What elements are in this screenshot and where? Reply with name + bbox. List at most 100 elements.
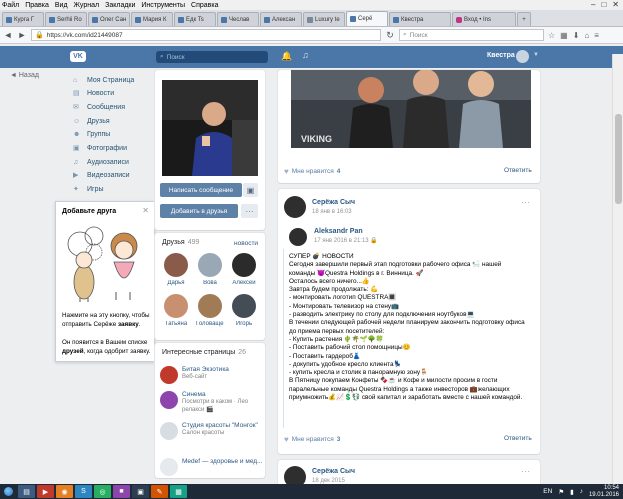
friend-item[interactable]: Алексей bbox=[230, 253, 258, 286]
sidebar-item[interactable]: ▤ Новости bbox=[73, 88, 114, 100]
browser-tab[interactable]: Едк Ts bbox=[174, 12, 216, 26]
document-icon[interactable]: ▦ bbox=[170, 485, 187, 498]
send-message-button[interactable]: Написать сообщение bbox=[160, 183, 242, 197]
browser-tab[interactable]: Олег Сан bbox=[88, 12, 130, 26]
browser-search-input[interactable]: ⌕ Поиск bbox=[399, 29, 544, 41]
forward-arrow-icon[interactable]: ► bbox=[17, 30, 27, 40]
reload-icon[interactable]: ↻ bbox=[385, 30, 395, 41]
music-note-icon[interactable]: ♫ bbox=[302, 50, 309, 60]
friend-item[interactable]: Вова bbox=[196, 253, 224, 286]
post-menu-icon[interactable]: ··· bbox=[521, 198, 531, 207]
page-scrollbar[interactable] bbox=[612, 54, 623, 484]
post-author[interactable]: Серёжа Сыч bbox=[312, 199, 355, 206]
minimize-icon[interactable]: – bbox=[591, 0, 595, 9]
like-button[interactable]: ♥ Мне нравится 3 bbox=[284, 435, 340, 444]
maximize-icon[interactable]: □ bbox=[601, 0, 606, 9]
back-arrow-icon[interactable]: ◄ bbox=[3, 30, 13, 40]
address-bar[interactable]: 🔒 https://vk.com/id21449087 bbox=[31, 29, 381, 41]
menu-item[interactable]: Справка bbox=[191, 2, 218, 9]
browser-tab[interactable]: Алексан bbox=[260, 12, 302, 26]
friends-news-link[interactable]: новости bbox=[234, 240, 258, 247]
firefox-icon[interactable]: ◉ bbox=[56, 485, 73, 498]
interesting-page-item[interactable]: Medef — здоровье и мед... bbox=[160, 458, 265, 484]
sidebar-item[interactable]: ⌂ Моя Страница bbox=[73, 74, 134, 86]
more-actions-button[interactable]: ··· bbox=[241, 204, 258, 218]
browser-tab[interactable]: Курга Г bbox=[2, 12, 44, 26]
vk-logo[interactable]: VK bbox=[70, 51, 86, 62]
browser-tab[interactable]: Вход • Ins bbox=[452, 12, 516, 26]
scrollbar-thumb[interactable] bbox=[615, 114, 622, 204]
menu-item[interactable]: Закладки bbox=[105, 2, 135, 9]
repost-author-avatar[interactable] bbox=[289, 228, 307, 246]
close-icon[interactable]: ✕ bbox=[142, 206, 149, 215]
notifications-bell-icon[interactable]: 🔔 bbox=[281, 51, 292, 62]
folder-icon[interactable]: ▣ bbox=[132, 485, 149, 498]
browser-tab[interactable]: Чеслав bbox=[217, 12, 259, 26]
browser-tab[interactable]: Квестра bbox=[389, 12, 451, 26]
interesting-page-item[interactable]: Синема Посмотри в каком · Лео релакси 🎬 bbox=[160, 391, 265, 417]
sidebar-item[interactable]: ♫ Аудиозаписи bbox=[73, 156, 129, 168]
menu-item[interactable]: Инструменты bbox=[141, 2, 185, 9]
sidebar-item[interactable]: ✦ Игры bbox=[73, 184, 104, 196]
vk-search-input[interactable]: ⌕ Поиск bbox=[156, 51, 268, 63]
menu-item[interactable]: Вид bbox=[55, 2, 68, 9]
language-indicator[interactable]: EN bbox=[543, 488, 552, 495]
interesting-pages-header[interactable]: Интересные страницы 26 bbox=[162, 349, 246, 356]
like-button[interactable]: ♥ Мне нравится 4 bbox=[284, 167, 340, 176]
sidebar-item[interactable]: ☺ Друзья bbox=[73, 115, 110, 127]
reply-link[interactable]: Ответить bbox=[504, 167, 532, 174]
sidebar-item[interactable]: ✉ Сообщения bbox=[73, 101, 125, 113]
sidebar-item[interactable]: ☻ Группы bbox=[73, 129, 110, 141]
add-friend-button[interactable]: Добавить в друзья bbox=[160, 204, 238, 218]
network-icon[interactable]: ▮ bbox=[570, 488, 574, 496]
interesting-page-item[interactable]: Студия красоты "Монгок" Салон красоты bbox=[160, 422, 265, 448]
explorer-icon[interactable]: ▤ bbox=[18, 485, 35, 498]
post-author[interactable]: Серёжа Сыч bbox=[312, 468, 355, 475]
current-user-name[interactable]: Квестра bbox=[487, 52, 515, 59]
sidebar-item[interactable]: ▣ Фотографии bbox=[73, 143, 127, 155]
bookmarks-icon[interactable]: ▦ bbox=[560, 31, 568, 40]
back-link[interactable]: ◄ Назад bbox=[10, 72, 39, 79]
friends-header[interactable]: Друзья 499 bbox=[162, 239, 199, 246]
post-photo[interactable]: VIKING bbox=[291, 70, 531, 148]
new-tab-button[interactable]: + bbox=[517, 12, 531, 26]
post-date[interactable]: 18 янв в 16:03 bbox=[312, 209, 352, 215]
friend-item[interactable]: Головаще... bbox=[196, 294, 224, 327]
menu-item[interactable]: Правка bbox=[25, 2, 49, 9]
friend-item[interactable]: Игорь bbox=[230, 294, 258, 327]
volume-icon[interactable]: ♪ bbox=[580, 488, 583, 495]
browser-tab[interactable]: Luxury te bbox=[303, 12, 345, 26]
current-user-avatar[interactable] bbox=[516, 50, 529, 63]
post-menu-icon[interactable]: ··· bbox=[521, 467, 531, 476]
browser-tab[interactable]: Серё bbox=[346, 11, 388, 26]
download-icon[interactable]: ⬇ bbox=[573, 31, 580, 40]
menu-icon[interactable]: ≡ bbox=[594, 31, 599, 40]
menu-item[interactable]: Журнал bbox=[74, 2, 100, 9]
author-avatar[interactable] bbox=[284, 196, 306, 218]
profile-photo[interactable] bbox=[162, 80, 258, 176]
app-icon[interactable]: ■ bbox=[113, 485, 130, 498]
repost-date[interactable]: 17 янв 2016 в 21:13 🔒 bbox=[314, 237, 378, 244]
menu-item[interactable]: Файл bbox=[2, 2, 19, 9]
reply-link[interactable]: Ответить bbox=[504, 435, 532, 442]
sidebar-item[interactable]: ▶ Видеозаписи bbox=[73, 170, 130, 182]
flag-icon[interactable]: ⚑ bbox=[558, 488, 564, 496]
browser-tab[interactable]: Serhii Ro bbox=[45, 12, 87, 26]
interesting-page-item[interactable]: Битая Экзотика Веб-сайт bbox=[160, 366, 265, 392]
media-icon[interactable]: ▶ bbox=[37, 485, 54, 498]
close-icon[interactable]: ✕ bbox=[612, 0, 619, 9]
photos-icon: ▣ bbox=[73, 145, 80, 152]
repost-author[interactable]: Aleksandr Pan bbox=[314, 228, 363, 235]
clock[interactable]: 10:54 19.01.2016 bbox=[589, 485, 619, 498]
start-button[interactable] bbox=[0, 484, 16, 499]
star-icon[interactable]: ☆ bbox=[548, 31, 555, 40]
skype-icon[interactable]: S bbox=[75, 485, 92, 498]
friend-item[interactable]: Дарья bbox=[162, 253, 190, 286]
home-icon[interactable]: ⌂ bbox=[584, 31, 589, 40]
gift-icon[interactable]: ▣ bbox=[243, 183, 258, 197]
paint-icon[interactable]: ✎ bbox=[151, 485, 168, 498]
chevron-down-icon[interactable]: ▼ bbox=[533, 52, 539, 58]
friend-item[interactable]: Татьяна bbox=[162, 294, 190, 327]
chrome-icon[interactable]: ◎ bbox=[94, 485, 111, 498]
browser-tab[interactable]: Мария К bbox=[131, 12, 173, 26]
